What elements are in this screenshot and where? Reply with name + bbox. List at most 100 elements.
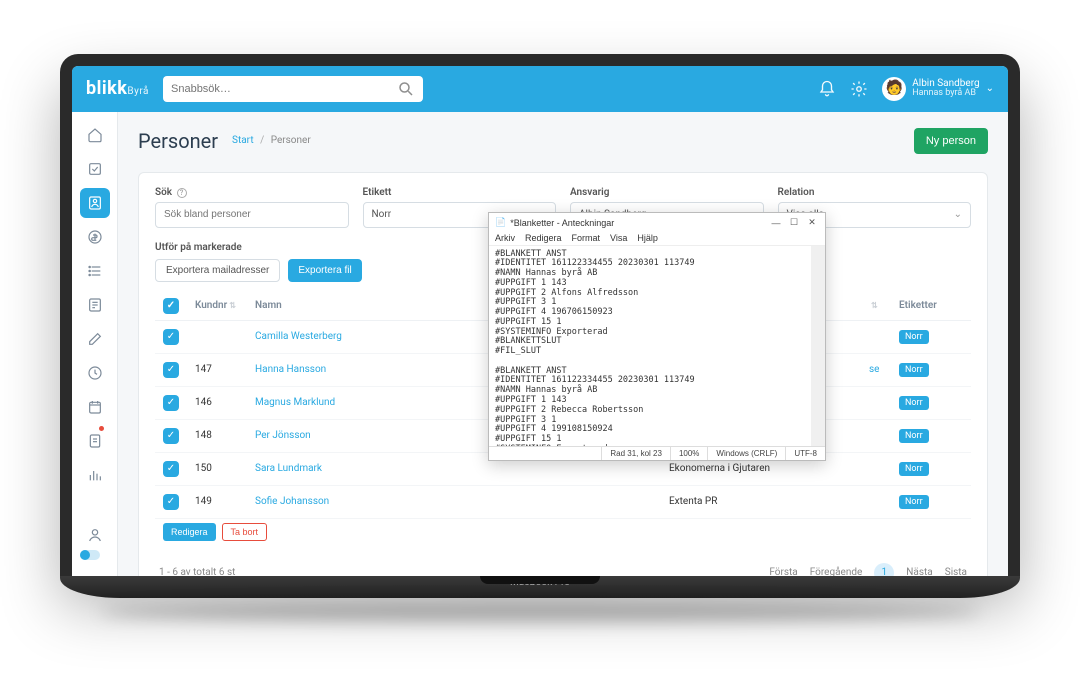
notepad-title: *Blanketter - Anteckningar xyxy=(510,218,765,228)
col-namn[interactable]: Namn xyxy=(255,300,282,311)
filter-sok-input[interactable] xyxy=(155,202,349,228)
menu-hjalp[interactable]: Hjälp xyxy=(637,233,658,243)
cell-namn[interactable]: Sofie Johansson xyxy=(255,496,329,507)
new-person-button[interactable]: Ny person xyxy=(914,128,988,154)
row-checkbox[interactable]: ✓ xyxy=(163,494,179,510)
cell-kundnr xyxy=(187,320,247,353)
cell-namn[interactable]: Sara Lundmark xyxy=(255,463,322,474)
pager-next[interactable]: Nästa xyxy=(906,567,932,576)
pager-prev[interactable]: Föregående xyxy=(810,567,863,576)
filter-etikett-label: Etikett xyxy=(363,187,557,198)
cell-extra xyxy=(861,419,891,452)
pager-last[interactable]: Sista xyxy=(945,567,967,576)
menu-arkiv[interactable]: Arkiv xyxy=(495,233,515,243)
sidebar-calendar[interactable] xyxy=(80,392,110,422)
gear-icon[interactable] xyxy=(850,80,868,98)
pager-first[interactable]: Första xyxy=(769,567,797,576)
cell-kundnr: 150 xyxy=(187,452,247,485)
status-eol: Windows (CRLF) xyxy=(708,447,786,460)
menu-redigera[interactable]: Redigera xyxy=(525,233,562,243)
status-zoom: 100% xyxy=(671,447,708,460)
sidebar xyxy=(72,112,118,576)
select-all-checkbox[interactable]: ✓ xyxy=(163,298,179,314)
row-checkbox[interactable]: ✓ xyxy=(163,428,179,444)
global-search-input[interactable] xyxy=(171,83,397,95)
breadcrumb-root[interactable]: Start xyxy=(232,135,254,146)
tag-badge: Norr xyxy=(899,396,929,410)
notepad-textarea[interactable]: #BLANKETT ANST #IDENTITET 161122334455 2… xyxy=(489,246,825,446)
user-menu[interactable]: 🧑 Albin Sandberg Hannas byrå AB ⌄ xyxy=(882,77,994,101)
notepad-window[interactable]: 📄 *Blanketter - Anteckningar — ☐ ✕ Arkiv… xyxy=(488,212,826,461)
sidebar-edit[interactable] xyxy=(80,324,110,354)
close-icon[interactable]: ✕ xyxy=(805,217,819,228)
row-checkbox[interactable]: ✓ xyxy=(163,461,179,477)
inline-remove-button[interactable]: Ta bort xyxy=(222,523,268,541)
cell-kundnr: 147 xyxy=(187,353,247,386)
export-mail-button[interactable]: Exportera mailadresser xyxy=(155,259,280,282)
cell-namn[interactable]: Camilla Westerberg xyxy=(255,331,342,342)
global-search[interactable] xyxy=(163,76,423,102)
row-checkbox[interactable]: ✓ xyxy=(163,395,179,411)
menu-format[interactable]: Format xyxy=(572,233,601,243)
chevron-down-icon: ⌄ xyxy=(954,209,962,220)
cell-namn[interactable]: Per Jönsson xyxy=(255,430,311,441)
top-bar: blikkByrå 🧑 Albin Sandberg Hannas byrå A… xyxy=(72,66,1008,112)
bell-icon[interactable] xyxy=(818,80,836,98)
sidebar-user-settings[interactable] xyxy=(80,520,110,550)
filter-ansvarig-label: Ansvarig xyxy=(570,187,764,198)
status-enc: UTF-8 xyxy=(786,447,825,460)
sidebar-stats[interactable] xyxy=(80,460,110,490)
sort-icon[interactable]: ⇅ xyxy=(229,301,236,310)
menu-visa[interactable]: Visa xyxy=(610,233,627,243)
brand-logo: blikkByrå xyxy=(86,78,149,99)
cell-kundnr: 149 xyxy=(187,485,247,518)
sort-icon[interactable]: ⇅ xyxy=(871,301,878,310)
minimize-icon[interactable]: — xyxy=(769,218,783,228)
col-kundnr[interactable]: Kundnr xyxy=(195,300,227,311)
cell-kundnr: 148 xyxy=(187,419,247,452)
breadcrumb: Start / Personer xyxy=(232,135,311,146)
tag-badge: Norr xyxy=(899,363,929,377)
notepad-app-icon: 📄 xyxy=(495,217,506,228)
sidebar-toggle[interactable] xyxy=(80,550,100,560)
notepad-titlebar[interactable]: 📄 *Blanketter - Anteckningar — ☐ ✕ xyxy=(489,213,825,233)
cell-kundnr: 146 xyxy=(187,386,247,419)
cell-namn[interactable]: Hanna Hansson xyxy=(255,364,326,375)
tag-badge: Norr xyxy=(899,462,929,476)
notepad-menu: Arkiv Redigera Format Visa Hjälp xyxy=(489,233,825,246)
cell-namn[interactable]: Magnus Marklund xyxy=(255,397,335,408)
tag-badge: Norr xyxy=(899,495,929,509)
filter-relation-label: Relation xyxy=(778,187,972,198)
cell-extra: se xyxy=(861,353,891,386)
sidebar-finance[interactable] xyxy=(80,222,110,252)
filter-sok-label: Sök xyxy=(155,187,172,198)
brand-name: blikk xyxy=(86,78,127,99)
sidebar-reports[interactable] xyxy=(80,290,110,320)
search-icon xyxy=(397,80,415,98)
inline-edit-button[interactable]: Redigera xyxy=(163,523,216,541)
tag-badge: Norr xyxy=(899,429,929,443)
sidebar-home[interactable] xyxy=(80,120,110,150)
brand-suffix: Byrå xyxy=(127,86,149,97)
row-checkbox[interactable]: ✓ xyxy=(163,329,179,345)
cell-extra xyxy=(861,320,891,353)
row-checkbox[interactable]: ✓ xyxy=(163,362,179,378)
result-count: 1 - 6 av totalt 6 st xyxy=(159,567,235,576)
sidebar-doc-alert[interactable] xyxy=(80,426,110,456)
pager: Första Föregående 1 Nästa Sista xyxy=(769,563,967,576)
avatar: 🧑 xyxy=(882,77,906,101)
col-etiketter[interactable]: Etiketter xyxy=(899,300,937,311)
help-icon[interactable]: ? xyxy=(177,188,187,198)
tag-badge: Norr xyxy=(899,330,929,344)
cell-extra xyxy=(861,386,891,419)
sidebar-list[interactable] xyxy=(80,256,110,286)
sidebar-persons[interactable] xyxy=(80,188,110,218)
maximize-icon[interactable]: ☐ xyxy=(787,217,801,228)
cell-extra xyxy=(861,485,891,518)
chevron-down-icon: ⌄ xyxy=(986,83,994,94)
alert-dot-icon xyxy=(99,426,104,431)
sidebar-tasks[interactable] xyxy=(80,154,110,184)
table-row: ✓149Sofie JohanssonExtenta PRNorr xyxy=(155,485,971,518)
sidebar-time[interactable] xyxy=(80,358,110,388)
export-file-button[interactable]: Exportera fil xyxy=(288,259,361,282)
